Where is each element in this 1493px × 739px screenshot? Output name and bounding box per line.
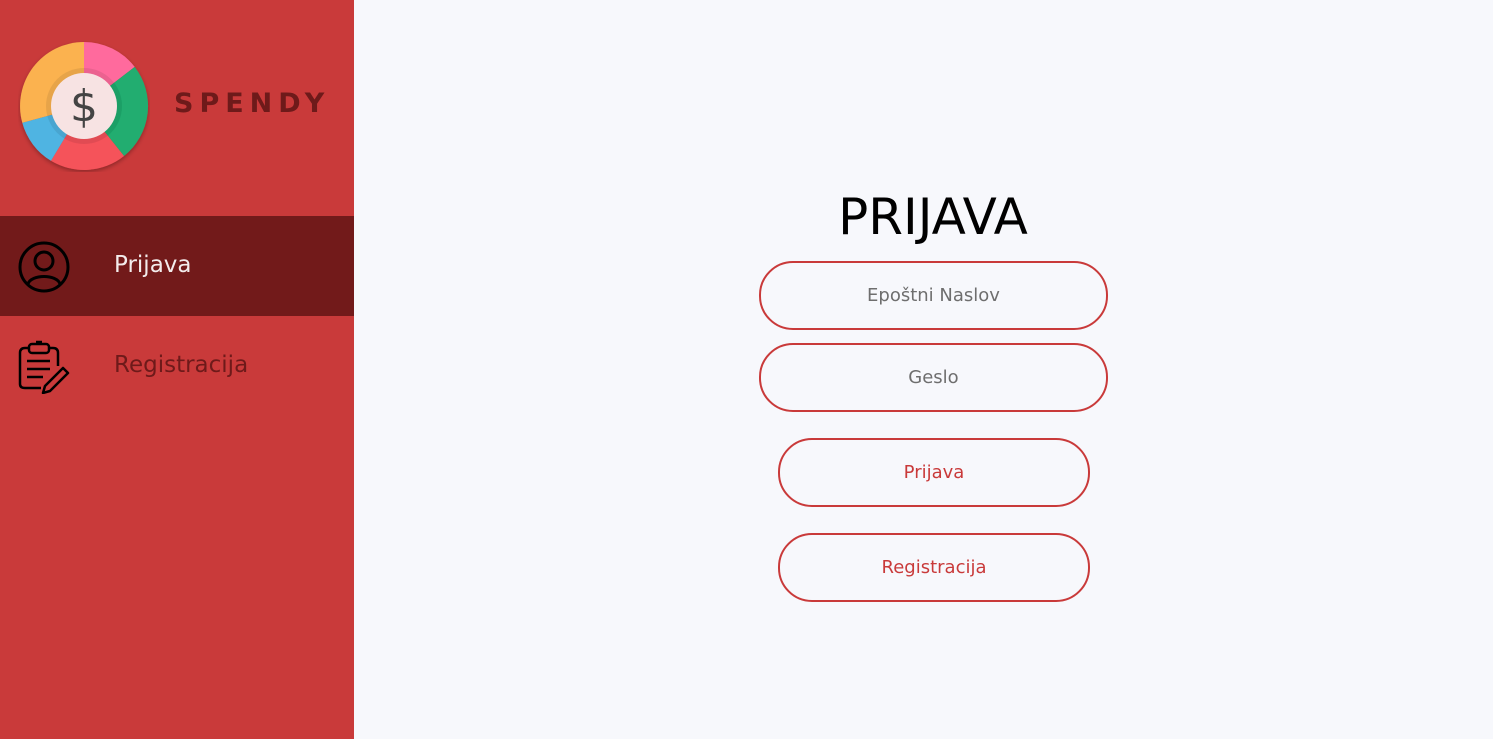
sidebar: $ SPENDY Prijava Registracija [0, 0, 354, 739]
logo-dollar-symbol: $ [70, 81, 98, 132]
user-circle-icon [18, 241, 70, 293]
sidebar-item-label: Registracija [114, 352, 249, 378]
password-field[interactable] [759, 343, 1108, 412]
brand-name: SPENDY [174, 88, 331, 119]
dollar-wheel-logo: $ [20, 41, 149, 170]
sidebar-item-label: Prijava [114, 252, 192, 278]
sidebar-item-registracija[interactable]: Registracija [0, 316, 354, 416]
page-title: PRIJAVA [838, 188, 1028, 246]
sidebar-item-prijava[interactable]: Prijava [0, 216, 354, 316]
app-window: $ SPENDY Prijava Registracija PRIJAVA Ep… [0, 0, 1493, 739]
brand: $ SPENDY [0, 0, 354, 216]
login-button[interactable]: Prijava [778, 438, 1090, 507]
register-button[interactable]: Registracija [778, 533, 1090, 602]
email-field[interactable] [759, 261, 1108, 330]
clipboard-edit-icon [18, 340, 70, 394]
